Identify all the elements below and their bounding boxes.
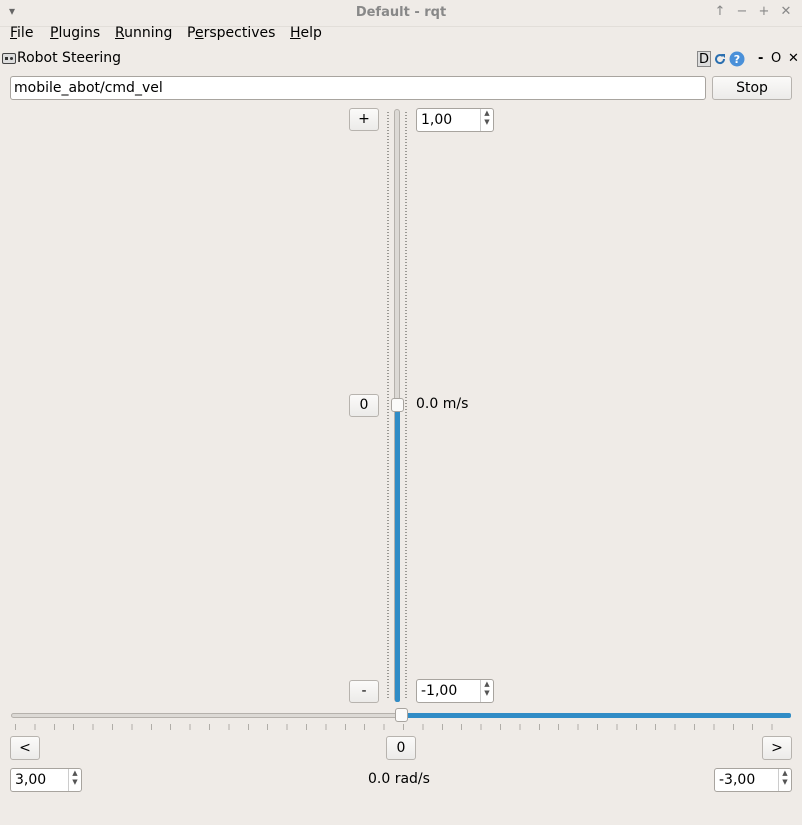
spin-arrows-icon[interactable]: ▲ ▼	[68, 769, 81, 791]
menu-file[interactable]: File	[10, 25, 33, 41]
gamepad-icon	[2, 53, 16, 64]
spin-arrows-icon[interactable]: ▲ ▼	[778, 769, 791, 791]
angular-min-spinbox[interactable]: -3,00 ▲ ▼	[714, 768, 792, 792]
float-plugin-button[interactable]: O	[771, 51, 781, 66]
zero-linear-button[interactable]: 0	[349, 394, 379, 417]
topic-input[interactable]: mobile_abot/cmd_vel	[10, 76, 706, 100]
increase-linear-button[interactable]: +	[349, 108, 379, 131]
spin-arrows-icon[interactable]: ▲ ▼	[480, 680, 493, 702]
svg-text:?: ?	[734, 53, 740, 66]
linear-slider-fill	[395, 405, 400, 702]
decrease-linear-button[interactable]: -	[349, 680, 379, 703]
plugin-title: Robot Steering	[17, 50, 122, 66]
dock-d-button[interactable]: D	[697, 51, 711, 67]
menu-perspectives[interactable]: Perspectives	[187, 25, 275, 41]
linear-max-spinbox[interactable]: 1,00 ▲ ▼	[416, 108, 494, 132]
angular-min-value: -3,00	[719, 772, 756, 788]
turn-left-button[interactable]: <	[10, 736, 40, 760]
maximize-icon[interactable]: +	[756, 4, 772, 20]
help-icon[interactable]: ?	[729, 51, 745, 71]
minimize-icon[interactable]: −	[734, 4, 750, 20]
angular-max-spinbox[interactable]: 3,00 ▲ ▼	[10, 768, 82, 792]
close-icon[interactable]: ✕	[778, 4, 794, 20]
angular-readout: 0.0 rad/s	[368, 771, 430, 787]
window-title: Default - rqt	[355, 5, 447, 20]
linear-slider-handle[interactable]	[391, 398, 404, 412]
minimize-plugin-button[interactable]: -	[758, 51, 763, 66]
linear-min-spinbox[interactable]: -1,00 ▲ ▼	[416, 679, 494, 703]
linear-slider-ticks-left	[387, 112, 389, 700]
menu-running[interactable]: Running	[115, 25, 172, 41]
zero-angular-button[interactable]: 0	[386, 736, 416, 760]
keep-above-icon[interactable]: ↑	[712, 4, 728, 20]
angular-slider-ticks	[15, 724, 790, 730]
linear-min-value: -1,00	[421, 683, 458, 699]
spin-arrows-icon[interactable]: ▲ ▼	[480, 109, 493, 131]
stop-button[interactable]: Stop	[712, 76, 792, 100]
reload-icon[interactable]	[713, 52, 727, 70]
menu-help[interactable]: Help	[290, 25, 322, 41]
angular-slider-fill	[401, 713, 791, 718]
linear-max-value: 1,00	[421, 112, 453, 128]
angular-max-value: 3,00	[15, 772, 47, 788]
angular-slider-handle[interactable]	[395, 708, 408, 722]
close-plugin-button[interactable]: ✕	[788, 51, 799, 66]
turn-right-button[interactable]: >	[762, 736, 792, 760]
linear-readout: 0.0 m/s	[416, 396, 469, 412]
menu-plugins[interactable]: Plugins	[50, 25, 100, 41]
linear-slider-ticks-right	[405, 112, 407, 700]
